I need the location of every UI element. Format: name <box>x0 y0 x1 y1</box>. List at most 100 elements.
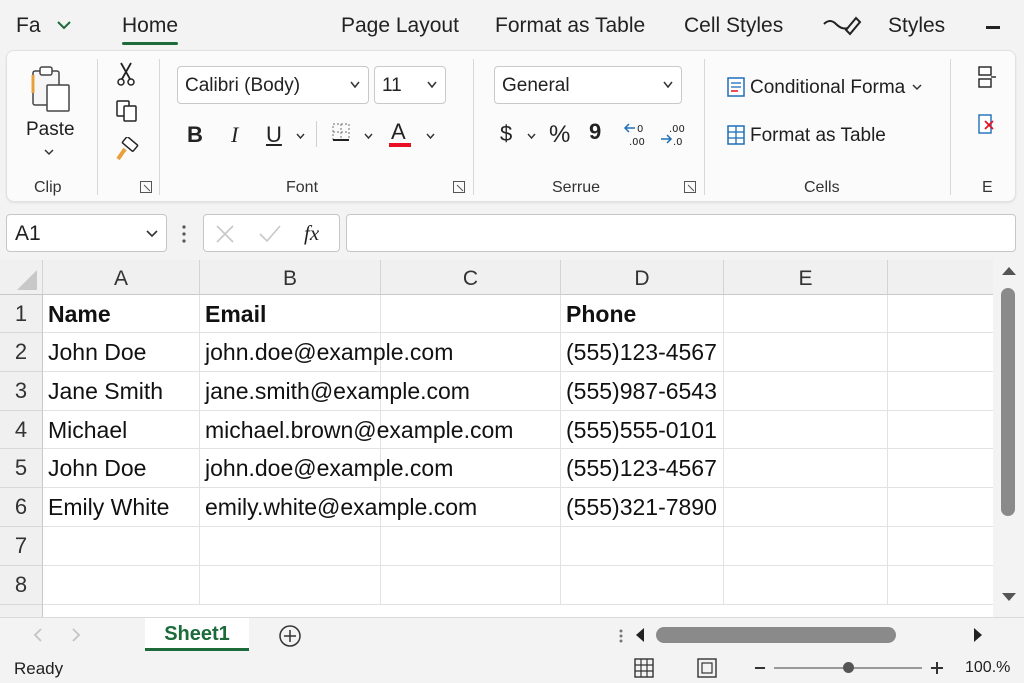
delete-cells-icon[interactable] <box>977 113 997 139</box>
cell-d1[interactable]: Phone <box>561 295 724 333</box>
cell-b8[interactable] <box>200 566 381 605</box>
row-header-1[interactable]: 1 <box>0 295 43 333</box>
cell-c4[interactable] <box>381 411 561 449</box>
row-header-7[interactable]: 7 <box>0 527 43 566</box>
column-header-c[interactable]: C <box>381 260 561 295</box>
zoom-in-icon[interactable] <box>930 661 944 675</box>
previous-sheet-icon[interactable] <box>32 628 44 642</box>
row-header-3[interactable]: 3 <box>0 372 43 411</box>
row-header-4[interactable]: 4 <box>0 411 43 449</box>
cell-d2[interactable]: (555)123-4567 <box>561 333 724 372</box>
add-sheet-icon[interactable] <box>278 624 302 648</box>
column-header-e[interactable]: E <box>724 260 888 295</box>
chevron-down-icon[interactable] <box>56 20 72 30</box>
row-header-9[interactable] <box>0 605 43 617</box>
cell-c2[interactable] <box>381 333 561 372</box>
scroll-down-icon[interactable] <box>1001 592 1017 602</box>
tab-home[interactable]: Home <box>122 14 178 38</box>
conditional-formatting-icon[interactable] <box>726 76 748 98</box>
cell-c6[interactable] <box>381 488 561 527</box>
comma-style-button[interactable]: 9 <box>589 121 601 143</box>
format-as-table-button[interactable]: Format as Table <box>750 125 886 147</box>
cell-e7[interactable] <box>724 527 888 566</box>
cell-e5[interactable] <box>724 449 888 488</box>
styles-brush-icon[interactable] <box>822 14 862 38</box>
cell-b7[interactable] <box>200 527 381 566</box>
tab-format-as-table[interactable]: Format as Table <box>495 14 645 38</box>
paste-label[interactable]: Paste <box>26 119 75 141</box>
name-box[interactable]: A1 <box>6 214 167 252</box>
cell-c7[interactable] <box>381 527 561 566</box>
number-format-dropdown[interactable]: General <box>494 66 682 104</box>
number-launcher-icon[interactable] <box>684 181 696 193</box>
cell-e8[interactable] <box>724 566 888 605</box>
cell-a6[interactable]: Emily White <box>43 488 200 527</box>
cell-d5[interactable]: (555)123-4567 <box>561 449 724 488</box>
scroll-right-icon[interactable] <box>972 627 984 643</box>
conditional-formatting-button[interactable]: Conditional Forma <box>750 77 905 99</box>
font-name-dropdown[interactable]: Calibri (Body) <box>177 66 369 104</box>
cell-b2[interactable]: john.doe@example.com <box>200 333 453 372</box>
cell-e2[interactable] <box>724 333 888 372</box>
format-as-table-icon[interactable] <box>726 124 748 146</box>
row-header-2[interactable]: 2 <box>0 333 43 372</box>
cell-f1[interactable] <box>888 295 993 333</box>
tab-page-layout[interactable]: Page Layout <box>341 14 459 38</box>
more-options-icon[interactable] <box>181 224 187 244</box>
cell-f6[interactable] <box>888 488 993 527</box>
cell-c8[interactable] <box>381 566 561 605</box>
cell-f3[interactable] <box>888 372 993 411</box>
cell-b6[interactable]: emily.white@example.com <box>200 488 477 527</box>
cell-f5[interactable] <box>888 449 993 488</box>
chevron-down-icon[interactable] <box>912 84 922 92</box>
enter-check-icon[interactable] <box>258 224 282 244</box>
cell-b4[interactable]: michael.brown@example.com <box>200 411 513 449</box>
font-color-button[interactable]: A <box>391 121 406 143</box>
cell-a1[interactable]: Name <box>43 295 200 333</box>
decrease-decimal-icon[interactable]: .00 .0 <box>659 121 691 147</box>
cell-d6[interactable]: (555)321-7890 <box>561 488 724 527</box>
cell-d3[interactable]: (555)987-6543 <box>561 372 724 411</box>
vertical-scrollbar[interactable] <box>993 260 1024 617</box>
scroll-left-icon[interactable] <box>634 627 646 643</box>
cell-e1[interactable] <box>724 295 888 333</box>
formula-input[interactable] <box>346 214 1016 252</box>
column-header-d[interactable]: D <box>561 260 724 295</box>
cell-a3[interactable]: Jane Smith <box>43 372 200 411</box>
page-layout-view-icon[interactable] <box>697 658 717 678</box>
cancel-icon[interactable] <box>214 224 236 244</box>
copy-icon[interactable] <box>115 99 139 123</box>
row-header-5[interactable]: 5 <box>0 449 43 488</box>
insert-function-button[interactable]: fx <box>304 221 319 246</box>
column-header-a[interactable]: A <box>43 260 200 295</box>
increase-decimal-icon[interactable]: 0 .00 <box>623 121 655 147</box>
scroll-up-icon[interactable] <box>1001 266 1017 276</box>
tab-styles[interactable]: Styles <box>888 14 945 38</box>
percent-button[interactable]: % <box>549 123 570 147</box>
italic-button[interactable]: I <box>231 124 238 146</box>
cell-c5[interactable] <box>381 449 561 488</box>
next-sheet-icon[interactable] <box>70 628 82 642</box>
cell-f4[interactable] <box>888 411 993 449</box>
cell-b3[interactable]: jane.smith@example.com <box>200 372 470 411</box>
insert-cells-icon[interactable] <box>977 65 997 91</box>
zoom-slider-thumb[interactable] <box>842 662 854 673</box>
currency-dropdown-icon[interactable] <box>527 133 536 140</box>
tab-cell-styles[interactable]: Cell Styles <box>684 14 783 38</box>
collapse-ribbon-icon[interactable] <box>986 26 1000 29</box>
clipboard-launcher-icon[interactable] <box>140 181 152 193</box>
borders-dropdown-icon[interactable] <box>364 133 373 140</box>
font-launcher-icon[interactable] <box>453 181 465 193</box>
cell-e6[interactable] <box>724 488 888 527</box>
tab-file[interactable]: Fa <box>16 14 41 38</box>
cell-b1[interactable]: Email <box>200 295 381 333</box>
sheet-tab-sheet1[interactable]: Sheet1 <box>145 618 249 651</box>
cell-a7[interactable] <box>43 527 200 566</box>
underline-button[interactable]: U <box>266 124 282 146</box>
cell-b5[interactable]: john.doe@example.com <box>200 449 453 488</box>
vertical-scroll-thumb[interactable] <box>1001 288 1015 516</box>
cell-e4[interactable] <box>724 411 888 449</box>
cell-a4[interactable]: Michael <box>43 411 200 449</box>
cell-f8[interactable] <box>888 566 993 605</box>
row-header-6[interactable]: 6 <box>0 488 43 527</box>
